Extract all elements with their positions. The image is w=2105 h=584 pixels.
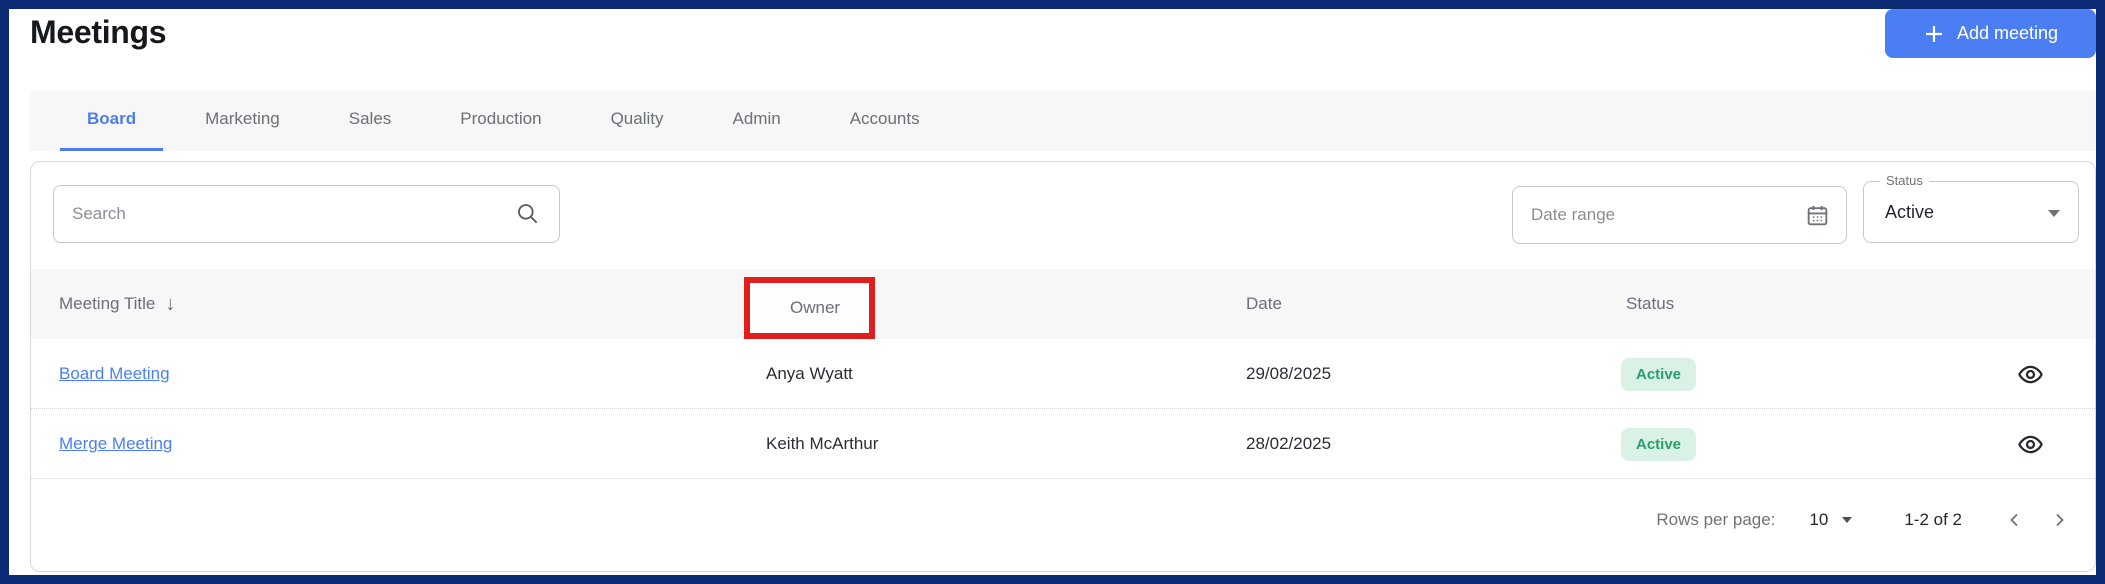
dropdown-caret-icon[interactable] [1842, 517, 1853, 523]
meetings-page: Meetings Add meeting Board Marketing Sal… [0, 0, 2105, 584]
tab-board-label: Board [87, 109, 137, 128]
date-range-input[interactable] [1531, 205, 1805, 225]
column-header-status[interactable]: Status [1626, 269, 1674, 339]
search-icon [515, 201, 541, 227]
pagination: Rows per page: 10 1-2 of 2 [1656, 498, 2068, 542]
tab-sales[interactable]: Sales [322, 90, 419, 151]
annotation-box-owner: Owner [744, 277, 875, 339]
column-header-meeting-title-label: Meeting Title [59, 294, 156, 313]
plus-icon [1923, 23, 1945, 45]
status-select[interactable]: Status Active [1863, 173, 2079, 243]
previous-page-button[interactable] [2006, 511, 2024, 529]
meeting-title-link[interactable]: Board Meeting [59, 364, 170, 384]
add-meeting-label: Add meeting [1956, 23, 2059, 43]
status-select-value: Active [1885, 202, 1935, 222]
dropdown-triangle-icon [2048, 210, 2060, 217]
table-row: Board Meeting Anya Wyatt 29/08/2025 Acti… [31, 339, 2095, 409]
search-box [53, 185, 560, 243]
meeting-title-link[interactable]: Merge Meeting [59, 434, 172, 454]
column-header-date[interactable]: Date [1246, 269, 1282, 339]
status-badge: Active [1621, 357, 1697, 391]
date-cell: 29/08/2025 [1246, 364, 1332, 383]
view-meeting-button[interactable] [2017, 409, 2044, 479]
column-header-date-label: Date [1246, 294, 1282, 313]
calendar-icon[interactable] [1805, 203, 1830, 228]
tab-production-label: Production [460, 109, 542, 128]
tab-quality-label: Quality [610, 109, 664, 128]
owner-cell: Anya Wyatt [766, 364, 853, 383]
search-input[interactable] [72, 204, 515, 224]
tab-production[interactable]: Production [433, 90, 568, 151]
column-header-status-label: Status [1626, 294, 1675, 313]
status-badge: Active [1621, 427, 1697, 461]
date-range-box [1512, 186, 1847, 244]
tab-admin[interactable]: Admin [706, 90, 808, 151]
owner-cell: Keith McArthur [766, 434, 879, 453]
column-header-meeting-title[interactable]: Meeting Title ↓ [59, 269, 175, 339]
meetings-card: Status Active Meeting Title ↓ Owner Date… [30, 161, 2096, 572]
tab-accounts[interactable]: Accounts [823, 90, 947, 151]
next-page-button[interactable] [2050, 511, 2068, 529]
tab-board[interactable]: Board [60, 90, 164, 151]
tab-quality[interactable]: Quality [584, 90, 691, 151]
view-meeting-button[interactable] [2017, 339, 2044, 409]
rows-per-page-label: Rows per page: [1656, 510, 1776, 529]
arrow-down-icon[interactable]: ↓ [165, 293, 175, 316]
column-header-owner[interactable]: Owner [790, 298, 840, 318]
tab-accounts-label: Accounts [849, 109, 920, 128]
eye-icon [2017, 431, 2044, 458]
pagination-range-label: 1-2 of 2 [1904, 510, 1962, 529]
page-title: Meetings [30, 14, 167, 50]
tab-marketing[interactable]: Marketing [178, 90, 307, 151]
tab-admin-label: Admin [732, 109, 781, 128]
tab-marketing-label: Marketing [205, 109, 280, 128]
eye-icon [2017, 361, 2044, 388]
rows-per-page-value[interactable]: 10 [1809, 510, 1828, 530]
add-meeting-button[interactable]: Add meeting [1885, 9, 2096, 58]
department-tabs: Board Marketing Sales Production Quality… [30, 90, 2096, 151]
date-cell: 28/02/2025 [1246, 434, 1332, 453]
table-header: Meeting Title ↓ Owner Date Status [31, 269, 2095, 339]
table-row: Merge Meeting Keith McArthur 28/02/2025 … [31, 409, 2095, 479]
tab-sales-label: Sales [348, 109, 392, 128]
